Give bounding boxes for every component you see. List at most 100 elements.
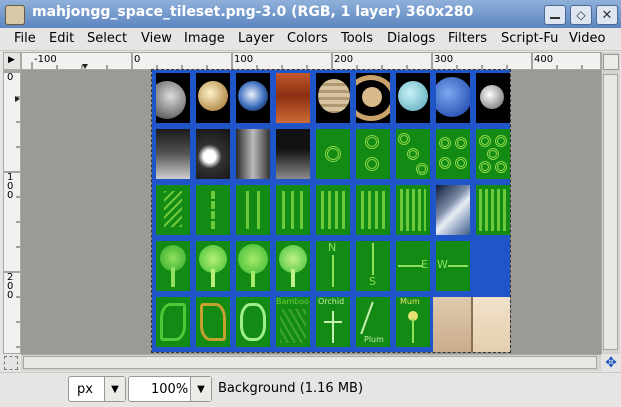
tile-label: Plum [364,335,384,344]
chevron-down-icon[interactable]: ▼ [104,377,125,401]
tile-bamboo [156,185,190,235]
tile-bamboo [196,185,230,235]
unit-selector[interactable]: px ▼ [68,376,126,402]
tile-planet [236,73,270,123]
menu-view[interactable]: View [141,31,172,46]
menu-script-fu[interactable]: Script-Fu [501,31,558,46]
tile-bamboo [476,185,510,235]
ruler-label: -100 [34,54,57,65]
menu-dialogs[interactable]: Dialogs [387,31,435,46]
tile-astronaut [236,129,270,179]
tile-label: Orchid [318,297,345,306]
tile-bamboo [316,185,350,235]
tile-circles [396,129,430,179]
tile-tree [236,241,270,291]
tile-tree [196,241,230,291]
horizontal-scrollbar[interactable] [21,354,601,371]
ruler-label: 300 [434,54,454,65]
tile-planet [196,73,230,123]
triangle-right-icon: ▶ [8,55,15,65]
unit-value: px [77,382,93,397]
zoom-value: 100% [151,382,189,397]
quick-mask-toggle[interactable] [4,356,18,370]
tile-wind-east: E [396,241,430,291]
status-bar: px ▼ 100% ▼ Background (1.16 MB) [0,372,621,407]
tile-dragon [236,297,270,347]
vertical-scroll-thumb[interactable] [603,74,618,350]
menu-bar: File Edit Select View Image Layer Colors… [0,28,621,51]
tile-label: W [437,258,448,271]
tile-astronaut [156,129,190,179]
menu-layer[interactable]: Layer [238,31,274,46]
tile-flower-mum: Mum [396,297,430,347]
tile-flower-orchid: Orchid [316,297,350,347]
gimp-app-icon[interactable] [5,5,25,25]
navigate-icon[interactable] [603,54,619,70]
zoom-selector[interactable]: 100% ▼ [128,376,212,402]
tile-label: S [369,275,376,288]
tile-blank [433,297,473,352]
tile-wind-south: S [356,241,390,291]
tile-flower-bamboo: Bamboo [276,297,310,347]
tile-circles [356,129,390,179]
horizontal-ruler[interactable]: -100 0 100 200 300 400 [21,52,601,70]
tile-blank [473,297,510,352]
navigation-icon[interactable]: ✥ [602,354,620,372]
tile-wind-west: W [436,241,470,291]
menu-colors[interactable]: Colors [287,31,328,46]
ruler-label: 0 [7,72,14,83]
minimize-button[interactable] [544,5,566,25]
maximize-icon: ◇ [576,8,586,22]
menu-edit[interactable]: Edit [49,31,74,46]
tile-bamboo [396,185,430,235]
maximize-button[interactable]: ◇ [570,5,592,25]
layer-info: Background (1.16 MB) [218,381,364,396]
menu-tools[interactable]: Tools [341,31,373,46]
ruler-label: 100 [7,172,14,201]
image-canvas[interactable]: N S E W Bamboo Orchid Plum Mum [151,69,511,353]
canvas-area[interactable]: N S E W Bamboo Orchid Plum Mum [21,69,601,354]
tile-planet [396,73,430,123]
menu-filters[interactable]: Filters [448,31,487,46]
tile-dragon [196,297,230,347]
tile-planet [436,73,470,123]
tile-planet [156,73,190,123]
tile-flower-plum: Plum [356,297,390,347]
tile-bamboo [236,185,270,235]
menu-select[interactable]: Select [87,31,127,46]
tile-astronaut [196,129,230,179]
tile-bamboo [276,185,310,235]
menu-file[interactable]: File [14,31,36,46]
close-icon: ✕ [601,7,613,23]
tile-label: N [328,241,337,254]
tile-bamboo [356,185,390,235]
ruler-label: 100 [234,54,254,65]
tile-circles [316,129,350,179]
tile-dragon [156,297,190,347]
tile-label: E [421,258,428,271]
ruler-corner-button[interactable]: ▶ [3,52,21,70]
horizontal-ruler-ticks [31,53,583,69]
tile-planet [276,73,310,123]
ruler-label: 200 [7,272,14,301]
close-button[interactable]: ✕ [596,5,618,25]
chevron-down-icon[interactable]: ▼ [190,377,211,401]
title-bar: mahjongg_space_tileset.png-3.0 (RGB, 1 l… [0,0,621,29]
tile-circles [436,129,470,179]
tile-astronaut [276,129,310,179]
horizontal-scroll-thumb[interactable] [23,356,597,369]
tile-planet [476,73,510,123]
tile-space-station [436,185,470,235]
vertical-scrollbar[interactable] [601,52,620,354]
tile-label: Mum [400,297,420,306]
tile-label: Bamboo [276,297,310,306]
tile-circles [476,129,510,179]
tile-tree [156,241,190,291]
menu-image[interactable]: Image [184,31,225,46]
ruler-label: 200 [334,54,354,65]
tile-planet [356,73,390,123]
tile-tree [276,241,310,291]
menu-video[interactable]: Video [569,31,605,46]
vertical-ruler[interactable]: 0 100 200 [3,70,21,354]
ruler-label: 400 [534,54,554,65]
